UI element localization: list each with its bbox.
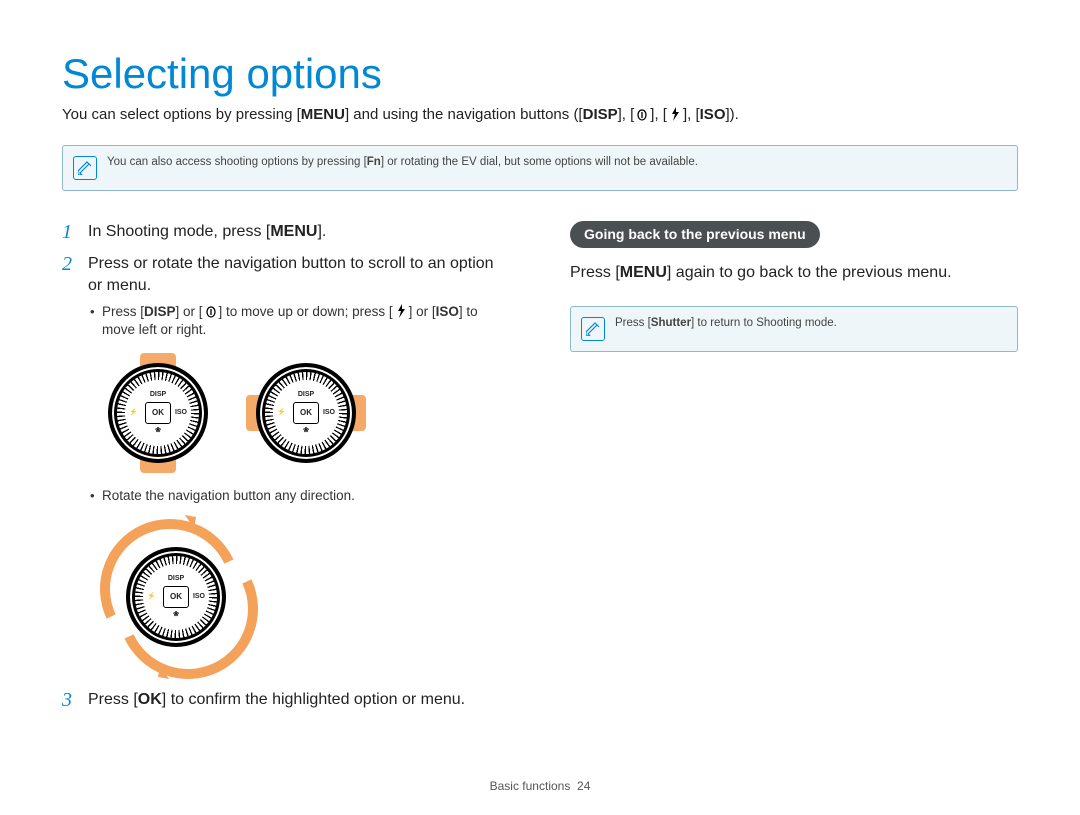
text: You can also access shooting options by … (107, 156, 367, 168)
note-icon (581, 317, 605, 341)
tip-box-1: You can also access shooting options by … (62, 145, 1018, 191)
iso-key: ISO (436, 303, 459, 321)
flash-icon (667, 107, 683, 121)
dial-left-label: ⚡ (147, 586, 156, 608)
text: ] again to go back to the previous menu. (667, 264, 952, 281)
page-footer: Basic functions 24 (0, 779, 1080, 793)
text: ] or [ (176, 304, 203, 319)
macro-icon (634, 108, 650, 122)
step-number: 3 (62, 689, 78, 711)
text: ], [ (683, 106, 700, 123)
dial-bottom-label: ❀ (303, 420, 309, 442)
substep: Rotate the navigation button any directi… (88, 487, 510, 505)
text: ]. (317, 223, 326, 240)
ok-key: OK (138, 689, 162, 711)
text: ] to confirm the highlighted option or m… (162, 691, 465, 708)
text: You can select options by pressing [ (62, 106, 301, 123)
text: ] or [ (409, 304, 436, 319)
navigation-dial-icon: DISP ⚡ ISO ❀ OK (126, 547, 226, 647)
dial-top-label: DISP (168, 568, 184, 590)
dial-bottom-label: ❀ (173, 604, 179, 626)
step-1: 1 In Shooting mode, press [MENU]. (62, 221, 510, 243)
navigation-dial-icon: DISP ⚡ ISO ❀ OK (256, 363, 356, 463)
footer-page-number: 24 (577, 779, 590, 793)
dial-left-label: ⚡ (129, 402, 138, 424)
right-column: Going back to the previous menu Press [M… (570, 221, 1018, 721)
left-column: 1 In Shooting mode, press [MENU]. 2 Pres… (62, 221, 510, 721)
iso-key: ISO (700, 106, 726, 123)
text: ] to move up or down; press [ (219, 304, 393, 319)
substep: Press [DISP] or [] to move up or down; p… (88, 303, 510, 339)
tip-text: Press [Shutter] to return to Shooting mo… (615, 317, 837, 329)
text: ] to return to Shooting mode. (691, 317, 837, 329)
text: ], [ (650, 106, 667, 123)
text: Press [ (570, 264, 620, 281)
step-number: 1 (62, 221, 78, 243)
step-number: 2 (62, 253, 78, 679)
fn-key: Fn (367, 156, 381, 168)
text: Press [ (615, 317, 651, 329)
tip-text: You can also access shooting options by … (107, 156, 698, 168)
step-2: 2 Press or rotate the navigation button … (62, 253, 510, 679)
menu-key: MENU (620, 262, 667, 284)
step-3: 3 Press [OK] to confirm the highlighted … (62, 689, 510, 711)
dial-vertical: DISP ⚡ ISO ❀ OK (98, 353, 218, 473)
dial-right-label: ISO (175, 402, 187, 424)
macro-icon (203, 305, 219, 319)
menu-key: MENU (301, 106, 345, 123)
note-icon (73, 156, 97, 180)
dial-illustration-row: DISP ⚡ ISO ❀ OK (98, 353, 510, 473)
navigation-dial-icon: DISP ⚡ ISO ❀ OK (108, 363, 208, 463)
text: Press or rotate the navigation button to… (88, 255, 494, 294)
disp-key: DISP (144, 303, 176, 321)
shutter-key: Shutter (651, 317, 691, 329)
going-back-text: Press [MENU] again to go back to the pre… (570, 262, 1018, 284)
text: In Shooting mode, press [ (88, 223, 270, 240)
dial-top-label: DISP (150, 384, 166, 406)
menu-key: MENU (270, 221, 317, 243)
dial-bottom-label: ❀ (155, 420, 161, 442)
section-pill: Going back to the previous menu (570, 221, 820, 248)
dial-right-label: ISO (193, 586, 205, 608)
flash-icon (393, 304, 409, 318)
text: ] and using the navigation buttons ([ (345, 106, 583, 123)
text: Press [ (102, 304, 144, 319)
dial-right-label: ISO (323, 402, 335, 424)
text: ], [ (618, 106, 635, 123)
disp-key: DISP (583, 106, 618, 123)
dial-left-label: ⚡ (277, 402, 286, 424)
page-title: Selecting options (62, 50, 1018, 98)
tip-box-2: Press [Shutter] to return to Shooting mo… (570, 306, 1018, 352)
text: ] or rotating the EV dial, but some opti… (381, 156, 698, 168)
intro-text: You can select options by pressing [MENU… (62, 106, 1018, 123)
dial-horizontal: DISP ⚡ ISO ❀ OK (246, 353, 366, 473)
dial-rotate: DISP ⚡ ISO ❀ OK (98, 519, 268, 679)
footer-section: Basic functions (490, 779, 571, 793)
dial-top-label: DISP (298, 384, 314, 406)
text: ]). (725, 106, 738, 123)
text: Press [ (88, 691, 138, 708)
